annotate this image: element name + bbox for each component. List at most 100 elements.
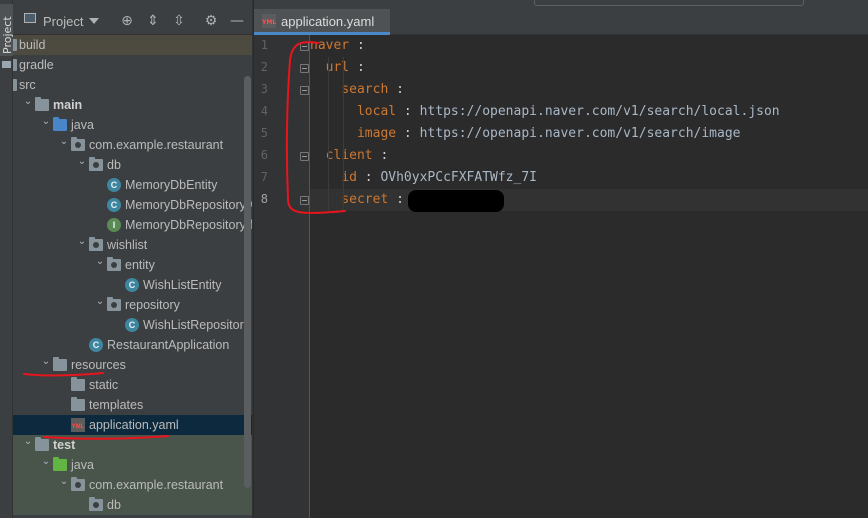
chevron-down-icon[interactable]: ⌄	[41, 112, 51, 132]
tree-item[interactable]: src	[13, 75, 252, 95]
tool-window-strip: Project	[0, 0, 14, 518]
line-number: 1	[260, 38, 268, 52]
tree-item-label: WishListRepository	[143, 318, 250, 332]
fold-marker-icon[interactable]	[300, 64, 309, 73]
tree-item[interactable]: static	[13, 375, 252, 395]
yaml-value: https://openapi.naver.com/v1/search/imag…	[419, 126, 741, 141]
tree-item[interactable]: YML application.yaml	[13, 415, 252, 435]
project-view-icon	[24, 13, 36, 23]
code-editor[interactable]: naver : url : search : local : https://o…	[310, 35, 868, 518]
chevron-down-icon[interactable]: ⌄	[77, 232, 87, 252]
tab-label: application.yaml	[281, 14, 375, 29]
tree-item[interactable]: C WishListRepository	[13, 315, 252, 335]
chevron-down-icon[interactable]: ⌄	[41, 352, 51, 372]
fold-marker-icon[interactable]	[300, 42, 309, 51]
package-icon	[107, 297, 121, 311]
code-line: local : https://openapi.naver.com/v1/sea…	[356, 104, 780, 119]
vertical-scrollbar[interactable]	[244, 76, 251, 488]
package-icon	[89, 157, 103, 171]
package-icon	[107, 257, 121, 271]
chevron-down-icon[interactable]: ⌄	[59, 132, 69, 152]
tree-item[interactable]: I MemoryDbRepositoryIfs	[13, 215, 252, 235]
class-icon: C	[125, 318, 139, 332]
tree-item-label: MemoryDbRepositoryAbstr	[125, 198, 252, 212]
class-icon: C	[125, 278, 139, 292]
tree-item[interactable]: gradle	[13, 55, 252, 75]
line-number: 4	[260, 104, 268, 118]
tree-item[interactable]: ⌄ com.example.restaurant	[13, 132, 252, 155]
tree-item[interactable]: ⌄ db	[13, 152, 252, 175]
tree-item[interactable]: ⌄ wishlist	[13, 232, 252, 255]
fold-marker-icon[interactable]	[300, 196, 309, 205]
tree-item[interactable]: C MemoryDbEntity	[13, 175, 252, 195]
chevron-down-icon[interactable]: ⌄	[95, 252, 105, 272]
line-number: 2	[260, 60, 268, 74]
tree-item-label: wishlist	[107, 238, 148, 252]
tree-item[interactable]: ⌄ entity	[13, 252, 252, 275]
indent-guide	[327, 57, 329, 211]
chevron-down-icon[interactable]	[89, 18, 99, 24]
tree-item-label: WishListEntity	[143, 278, 222, 292]
yaml-file-icon: YML	[262, 14, 276, 28]
code-line: image : https://openapi.naver.com/v1/sea…	[356, 126, 741, 141]
chevron-down-icon[interactable]: ⌄	[41, 452, 51, 472]
tree-item[interactable]: build	[13, 35, 252, 55]
expand-all-icon[interactable]: ⇕	[145, 13, 161, 29]
project-tool-tab[interactable]: Project	[0, 4, 14, 56]
code-line: naver :	[310, 38, 365, 53]
chevron-down-icon[interactable]: ⌄	[23, 92, 33, 112]
line-number: 3	[260, 82, 268, 96]
code-line: secret :	[310, 189, 868, 211]
tree-item[interactable]: db	[13, 495, 252, 515]
tree-item[interactable]: ⌄ java	[13, 112, 252, 135]
code-line: search :	[341, 82, 404, 97]
tree-item-label: build	[19, 38, 46, 52]
code-line: url :	[325, 60, 365, 75]
tree-item-label: db	[107, 158, 121, 172]
tree-item-label: java	[71, 458, 94, 472]
project-panel: Project ⊕ ⇕ ⇳ ⚙ — build gradle src ⌄ main ⌄ ja…	[13, 0, 253, 518]
tree-item[interactable]: ⌄ resources	[13, 352, 252, 375]
fold-marker-icon[interactable]	[300, 86, 309, 95]
tree-item-label: MemoryDbEntity	[125, 178, 218, 192]
abstract-class-icon: C	[107, 198, 121, 212]
package-icon	[71, 137, 85, 151]
tree-item-label: RestaurantApplication	[107, 338, 230, 352]
tree-item[interactable]: templates	[13, 395, 252, 415]
tree-item-label: com.example.restaurant	[89, 478, 224, 492]
folder-icon	[13, 59, 17, 71]
tab-application-yaml[interactable]: YML application.yaml	[254, 9, 390, 35]
collapse-all-icon[interactable]: ⇳	[171, 13, 187, 29]
folder-icon	[2, 61, 11, 68]
line-number-gutter: 1 2 3 4 5 6 7 8	[254, 35, 310, 518]
project-view-selector[interactable]: Project	[43, 14, 83, 29]
fold-marker-icon[interactable]	[300, 152, 309, 161]
tree-item[interactable]: C MemoryDbRepositoryAbstr	[13, 195, 252, 215]
folder-icon	[53, 457, 67, 471]
package-icon	[71, 477, 85, 491]
yaml-value: OVh0yxPCcFXFATWfz_7I	[380, 170, 537, 185]
tree-item[interactable]: ⌄ com.example.restaurant	[13, 472, 252, 495]
yaml-key: search	[341, 82, 389, 97]
line-number: 5	[260, 126, 268, 140]
chevron-down-icon[interactable]: ⌄	[95, 292, 105, 312]
package-icon	[89, 497, 103, 511]
tree-item-label: db	[107, 498, 121, 512]
minimize-icon[interactable]: —	[229, 13, 245, 29]
line-number: 6	[260, 148, 268, 162]
tree-item-label: gradle	[19, 58, 54, 72]
search-field-edge	[534, 0, 804, 6]
tree-item[interactable]: ⌄ java	[13, 452, 252, 475]
chevron-down-icon[interactable]: ⌄	[77, 152, 87, 172]
folder-icon	[71, 377, 85, 391]
yaml-key: url	[325, 60, 350, 75]
folder-icon	[53, 117, 67, 131]
chevron-down-icon[interactable]: ⌄	[23, 432, 33, 452]
tree-item-label: java	[71, 118, 94, 132]
tree-item[interactable]: C WishListEntity	[13, 275, 252, 295]
tree-item[interactable]: ⌄ repository	[13, 292, 252, 315]
crosshair-icon[interactable]: ⊕	[119, 13, 135, 29]
chevron-down-icon[interactable]: ⌄	[59, 472, 69, 492]
gear-icon[interactable]: ⚙	[203, 13, 219, 29]
editor-tab-bar: YML application.yaml	[254, 0, 868, 35]
